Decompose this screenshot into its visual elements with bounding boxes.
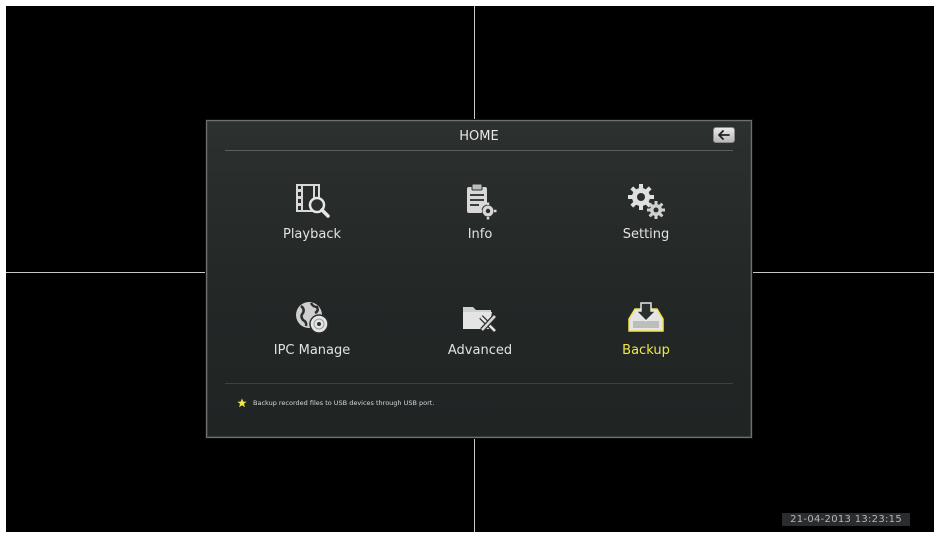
help-tip: Backup recorded files to USB devices thr… [237, 398, 434, 408]
menu-item-label: Info [467, 227, 493, 242]
star-icon [237, 398, 247, 408]
menu-item-label: IPC Manage [273, 343, 351, 358]
clipboard-gear-icon [467, 183, 497, 220]
globe-disc-icon [296, 302, 329, 334]
menu-item-playback[interactable]: Playback [247, 181, 377, 261]
menu-title: HOME [459, 129, 499, 144]
video-screen: HOME Playback Info Setting IPC Manage Ad… [6, 6, 934, 532]
menu-item-label: Setting [622, 227, 670, 242]
film-search-icon [296, 184, 330, 218]
tray-download-icon [628, 302, 664, 332]
menu-item-label: Backup [622, 343, 670, 358]
menu-item-label: Playback [282, 227, 341, 242]
timestamp: 21-04-2013 13:23:15 [782, 513, 910, 526]
menu-header: HOME [207, 121, 751, 151]
menu-item-advanced[interactable]: Advanced [415, 297, 545, 377]
menu-item-label: Advanced [447, 343, 513, 358]
back-button[interactable] [713, 127, 735, 143]
menu-item-backup[interactable]: Backup [581, 297, 711, 377]
home-menu-panel: HOME Playback Info Setting IPC Manage Ad… [206, 120, 752, 438]
help-tip-text: Backup recorded files to USB devices thr… [253, 399, 435, 407]
menu-item-info[interactable]: Info [415, 181, 545, 261]
header-divider [225, 150, 733, 151]
folder-tools-icon [463, 307, 497, 333]
back-arrow-icon [718, 130, 730, 140]
menu-item-ipc-manage[interactable]: IPC Manage [247, 297, 377, 377]
menu-item-setting[interactable]: Setting [581, 181, 711, 261]
gears-icon [628, 184, 665, 219]
footer-divider [225, 383, 733, 384]
